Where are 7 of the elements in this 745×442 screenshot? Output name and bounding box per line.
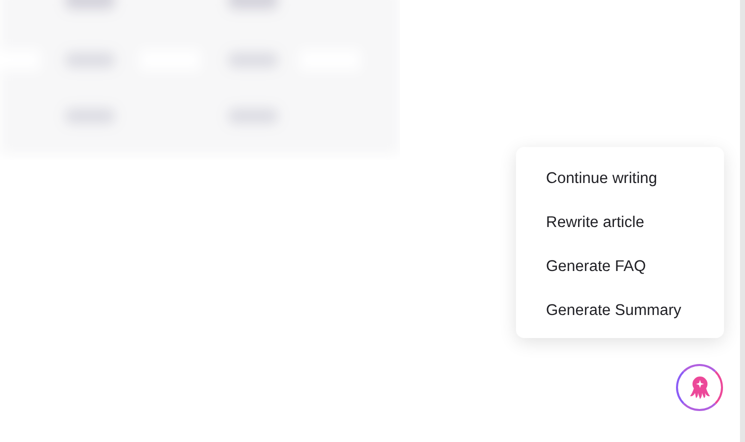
menu-item[interactable]: Generate Summary xyxy=(546,301,724,320)
scrollbar[interactable] xyxy=(740,0,745,442)
menu-item[interactable]: Rewrite article xyxy=(546,213,724,232)
menu-item[interactable]: Continue writing xyxy=(546,169,724,188)
octopus-icon xyxy=(688,376,710,400)
menu-item[interactable]: Generate FAQ xyxy=(546,257,724,276)
assistant-button[interactable] xyxy=(676,364,723,411)
